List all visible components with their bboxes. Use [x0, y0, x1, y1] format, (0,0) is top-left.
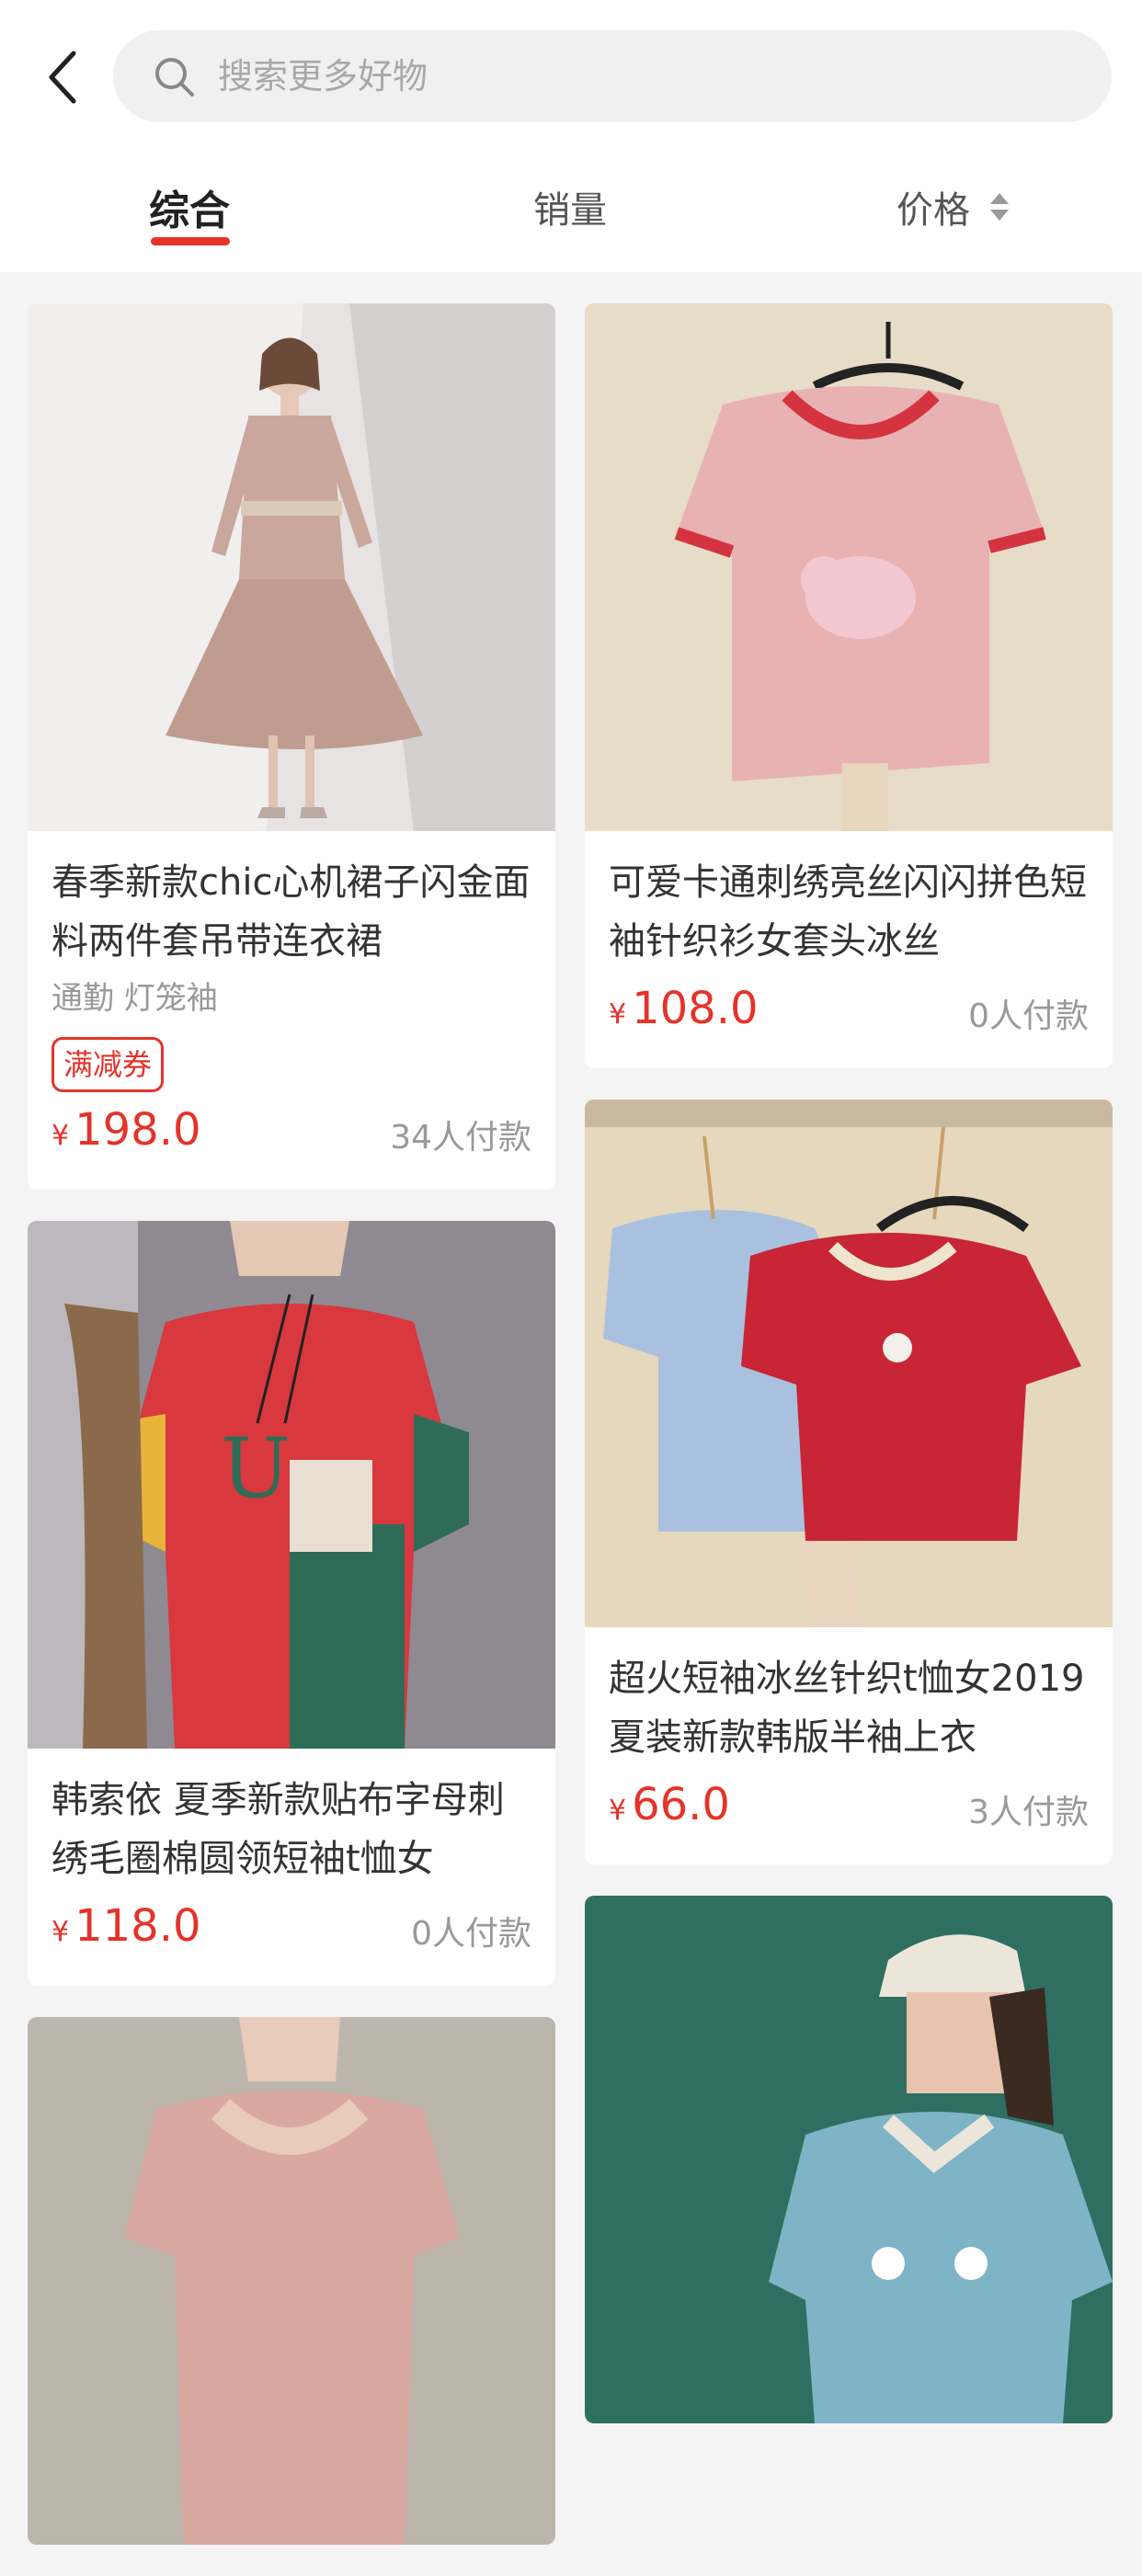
- product-price: ¥108.0: [609, 979, 759, 1044]
- product-title: 可爱卡通刺绣亮丝闪闪拼色短袖针织衫女套头冰丝: [609, 861, 1087, 963]
- coupon-badge: 满减券: [51, 1037, 165, 1092]
- chevron-left-icon: [49, 51, 76, 104]
- header: 综合 销量 价格: [0, 0, 1142, 272]
- paid-count: 0人付款: [411, 1915, 531, 1953]
- tab-label: 综合: [149, 188, 230, 234]
- product-price: ¥118.0: [51, 1897, 201, 1962]
- product-price: ¥66.0: [609, 1775, 730, 1841]
- search-icon: [155, 58, 194, 97]
- currency-symbol: ¥: [609, 1795, 627, 1827]
- product-image: U: [28, 1221, 555, 1749]
- search-input[interactable]: [216, 39, 1047, 114]
- price-value: 198.0: [74, 1104, 201, 1156]
- svg-text:U: U: [221, 1420, 291, 1517]
- tab-price[interactable]: 价格: [896, 175, 1011, 239]
- tab-comprehensive[interactable]: 综合: [149, 175, 230, 239]
- product-card[interactable]: 超火短袖冰丝针织t恤女2019夏装新款韩版半袖上衣 ¥66.0 3人付款: [585, 1100, 1113, 1864]
- product-card[interactable]: [28, 2017, 555, 2545]
- currency-symbol: ¥: [609, 998, 627, 1031]
- price-value: 108.0: [632, 983, 759, 1034]
- product-price: ¥198.0: [51, 1100, 201, 1166]
- product-title: 春季新款chic心机裙子闪金面料两件套吊带连衣裙: [51, 861, 531, 963]
- product-card[interactable]: 可爱卡通刺绣亮丝闪闪拼色短袖针织衫女套头冰丝 ¥108.0 0人付款: [585, 303, 1113, 1068]
- product-image: [28, 2017, 555, 2545]
- product-card[interactable]: 春季新款chic心机裙子闪金面料两件套吊带连衣裙 通勤 灯笼袖 满减券 ¥198…: [28, 303, 555, 1190]
- active-tab-indicator: [151, 237, 230, 245]
- product-card[interactable]: [585, 1896, 1113, 2423]
- back-button[interactable]: [37, 44, 86, 110]
- sort-arrows-icon: [990, 193, 1009, 221]
- product-image: [585, 303, 1113, 831]
- paid-count: 34人付款: [390, 1119, 531, 1157]
- price-value: 118.0: [74, 1900, 201, 1952]
- product-title: 韩索依 夏季新款贴布字母刺绣毛圈棉圆领短袖t恤女: [51, 1779, 505, 1880]
- tab-sales[interactable]: 销量: [533, 175, 607, 239]
- paid-count: 0人付款: [968, 997, 1089, 1035]
- product-column-left: 春季新款chic心机裙子闪金面料两件套吊带连衣裙 通勤 灯笼袖 满减券 ¥198…: [28, 303, 555, 2576]
- currency-symbol: ¥: [51, 1916, 70, 1948]
- product-tags: 通勤 灯笼袖: [51, 980, 218, 1017]
- currency-symbol: ¥: [51, 1120, 70, 1152]
- product-image: [585, 1896, 1113, 2423]
- product-title: 超火短袖冰丝针织t恤女2019夏装新款韩版半袖上衣: [609, 1658, 1085, 1759]
- tab-label: 销量: [533, 189, 607, 232]
- product-image: [585, 1100, 1113, 1627]
- product-image: [28, 303, 555, 831]
- product-card[interactable]: U 韩索依 夏季新款贴布字母刺绣毛圈棉圆领短袖t恤女 ¥118.0 0人付款: [28, 1221, 555, 1986]
- price-value: 66.0: [632, 1779, 730, 1830]
- paid-count: 3人付款: [968, 1794, 1089, 1831]
- tab-label: 价格: [896, 189, 970, 232]
- product-column-right: 可爱卡通刺绣亮丝闪闪拼色短袖针织衫女套头冰丝 ¥108.0 0人付款 超火短袖冰…: [585, 303, 1113, 2455]
- search-bar[interactable]: [113, 30, 1112, 122]
